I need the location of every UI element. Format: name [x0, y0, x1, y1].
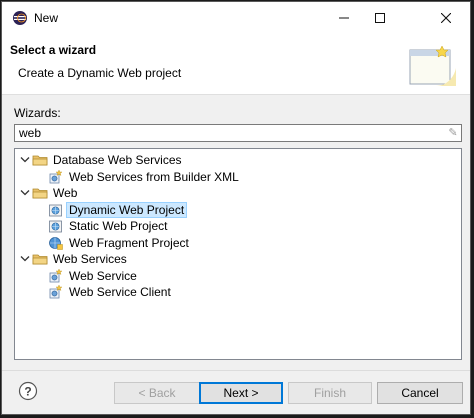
web-project-icon [49, 204, 62, 216]
finish-button[interactable]: Finish [288, 382, 372, 404]
tree-item[interactable]: Static Web Project [15, 218, 169, 234]
wizards-label: Wizards: [14, 106, 61, 120]
tree-item[interactable]: Web Fragment Project [15, 235, 191, 251]
close-button[interactable] [422, 2, 470, 34]
tree-item[interactable]: Web Services from Builder XML [15, 168, 241, 185]
tree-item-label: Web Services from Builder XML [69, 169, 239, 184]
tree-item-label: Database Web Services [53, 153, 182, 167]
tree-category[interactable]: Database Web Services [15, 152, 184, 168]
wizard-filter-input[interactable] [14, 124, 462, 142]
cancel-button[interactable]: Cancel [377, 382, 463, 404]
wizard-tree[interactable]: Database Web Services Web Services from B… [14, 148, 462, 360]
tree-item-label: Web [53, 186, 78, 200]
wizard-header: Select a wizard Create a Dynamic Web pro… [2, 34, 470, 95]
tree-item-label: Dynamic Web Project [65, 201, 188, 218]
help-icon[interactable]: ? [18, 381, 38, 401]
folder-icon [32, 188, 48, 199]
next-button[interactable]: Next > [199, 382, 283, 404]
folder-icon [32, 254, 48, 265]
maximize-button[interactable] [362, 2, 398, 34]
new-wizard-banner-icon [409, 45, 456, 86]
chevron-down-icon[interactable] [18, 185, 32, 201]
tree-item[interactable]: Dynamic Web Project [15, 201, 188, 218]
tree-category[interactable]: Web [15, 185, 79, 201]
close-icon [441, 13, 451, 23]
tree-item[interactable]: Web Service [15, 267, 139, 284]
tree-category[interactable]: Web Services [15, 251, 129, 267]
window-title: New [34, 11, 59, 25]
tree-item[interactable]: Web Service Client [15, 284, 173, 300]
title-bar: New [2, 2, 470, 34]
chevron-down-icon[interactable] [18, 251, 32, 267]
clear-filter-icon[interactable]: ✎ [446, 126, 460, 140]
chevron-down-icon[interactable] [18, 152, 32, 168]
svg-text:?: ? [24, 385, 31, 399]
tree-item-label: Web Services [53, 252, 127, 266]
web-project-icon [49, 220, 62, 233]
footer-separator [2, 370, 470, 371]
tree-item-label: Web Service [69, 268, 137, 283]
eclipse-app-icon [13, 11, 27, 25]
tree-item-label: Static Web Project [69, 219, 168, 233]
minimize-button[interactable] [326, 2, 362, 34]
web-service-wizard-icon [49, 168, 63, 183]
new-wizard-dialog: New Select a wizard Create a Dynamic Web… [1, 1, 471, 415]
wizard-title: Select a wizard [10, 43, 97, 57]
tree-item-label: Web Service Client [69, 285, 171, 299]
web-service-wizard-icon [49, 284, 63, 299]
web-service-wizard-icon [49, 267, 63, 282]
back-button[interactable]: < Back [114, 382, 200, 404]
minimize-icon [339, 17, 349, 19]
wizard-description: Create a Dynamic Web project [18, 66, 182, 80]
folder-icon [32, 155, 48, 166]
tree-item-label: Web Fragment Project [69, 235, 189, 250]
maximize-icon [375, 13, 385, 23]
web-fragment-icon [49, 236, 63, 250]
